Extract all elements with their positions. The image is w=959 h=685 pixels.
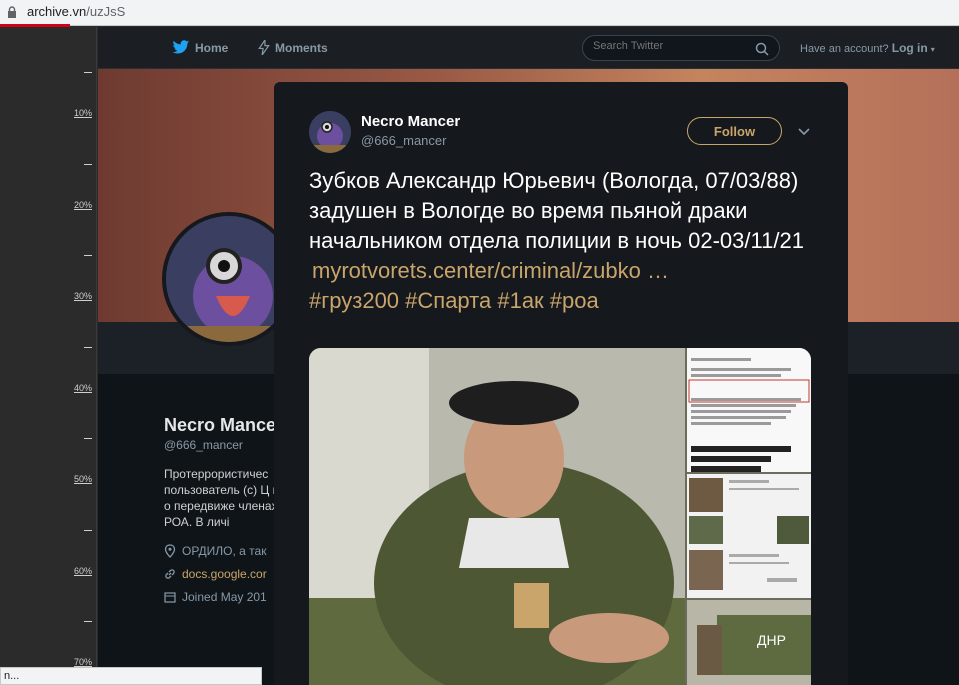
profile-screenshot	[687, 474, 811, 598]
calendar-icon	[164, 592, 176, 603]
twitter-bird-icon	[172, 40, 190, 54]
tweet-text: Зубков Александр Юрьевич (Вологда, 07/03…	[309, 166, 829, 316]
truck-graffiti: ДНР	[757, 632, 786, 648]
ruler-tick	[84, 255, 92, 256]
location-pin-icon	[164, 544, 176, 558]
search-box[interactable]	[582, 35, 780, 61]
url-host: archive.vn	[27, 4, 87, 19]
ruler-percent-label[interactable]: 50%	[74, 474, 92, 484]
follow-button[interactable]: Follow	[687, 117, 782, 145]
ruler-tick	[84, 621, 92, 622]
ruler-percent-label[interactable]: 40%	[74, 383, 92, 393]
url-path: /uzJsS	[86, 4, 126, 19]
nav-home[interactable]: Home	[172, 40, 228, 55]
lightning-icon	[258, 40, 270, 55]
ruler-percent-label[interactable]: 70%	[74, 657, 92, 667]
tweet-author-handle[interactable]: @666_mancer	[361, 133, 446, 148]
media-screenshot-profile[interactable]	[687, 474, 811, 598]
tweet-body: Зубков Александр Юрьевич (Вологда, 07/03…	[309, 168, 804, 253]
ruler-tick	[84, 72, 92, 73]
url-text[interactable]: archive.vn/uzJsS	[27, 4, 125, 19]
tweet-author-avatar[interactable]	[309, 111, 351, 153]
media-screenshot-article[interactable]	[687, 348, 811, 472]
ruler-percent-label[interactable]: 60%	[74, 566, 92, 576]
browser-status-bar: n...	[0, 667, 262, 685]
chevron-down-icon[interactable]	[797, 124, 811, 138]
tweet-author-name[interactable]: Necro Mancer	[361, 113, 460, 130]
nav-home-label: Home	[195, 40, 229, 55]
media-photo-truck[interactable]: ДНР	[687, 600, 811, 685]
link-icon	[165, 569, 175, 579]
login-link[interactable]: Log in	[892, 41, 928, 55]
ruler-tick	[84, 346, 92, 348]
ruler-percent-label[interactable]: 10%	[74, 108, 92, 118]
nav-moments[interactable]: Moments	[258, 40, 328, 55]
address-bar[interactable]: archive.vn/uzJsS	[0, 0, 959, 26]
nav-moments-label: Moments	[275, 40, 328, 55]
twitter-top-nav: Home Moments Have an account? Log in ▾	[98, 27, 959, 69]
caret-down-icon[interactable]: ▾	[931, 45, 935, 54]
ruler-tick	[84, 163, 92, 165]
truck-photo: ДНР	[687, 600, 811, 685]
article-screenshot	[687, 348, 811, 472]
avatar-image	[309, 111, 351, 153]
search-icon[interactable]	[755, 42, 769, 56]
tweet-modal: Necro Mancer @666_mancer Follow Зубков А…	[274, 82, 848, 685]
joined-text: Joined May 201	[182, 590, 267, 604]
ruler-percent-label[interactable]: 20%	[74, 200, 92, 210]
archive-ruler: 10% 20% 30% 40% 50% 60% 70%	[0, 27, 97, 685]
lock-icon	[8, 6, 16, 18]
ruler-tick	[84, 438, 92, 439]
tweet-hashtags[interactable]: #груз200 #Спарта #1ак #роа	[309, 288, 599, 313]
have-account-text: Have an account?	[800, 43, 889, 55]
ruler-percent-label[interactable]: 30%	[74, 291, 92, 301]
website-link[interactable]: docs.google.cor	[182, 567, 267, 581]
media-photo-soldier[interactable]	[309, 348, 685, 685]
location-text: ОРДИЛО, а так	[182, 544, 267, 558]
search-input[interactable]	[593, 40, 753, 52]
tweet-link[interactable]: myrotvorets.center/criminal/zubko …	[312, 256, 669, 286]
tweet-media-grid: ДНР	[309, 348, 811, 685]
ruler-tick	[84, 529, 92, 531]
account-prompt: Have an account? Log in ▾	[800, 41, 935, 55]
soldier-photo	[309, 348, 685, 685]
